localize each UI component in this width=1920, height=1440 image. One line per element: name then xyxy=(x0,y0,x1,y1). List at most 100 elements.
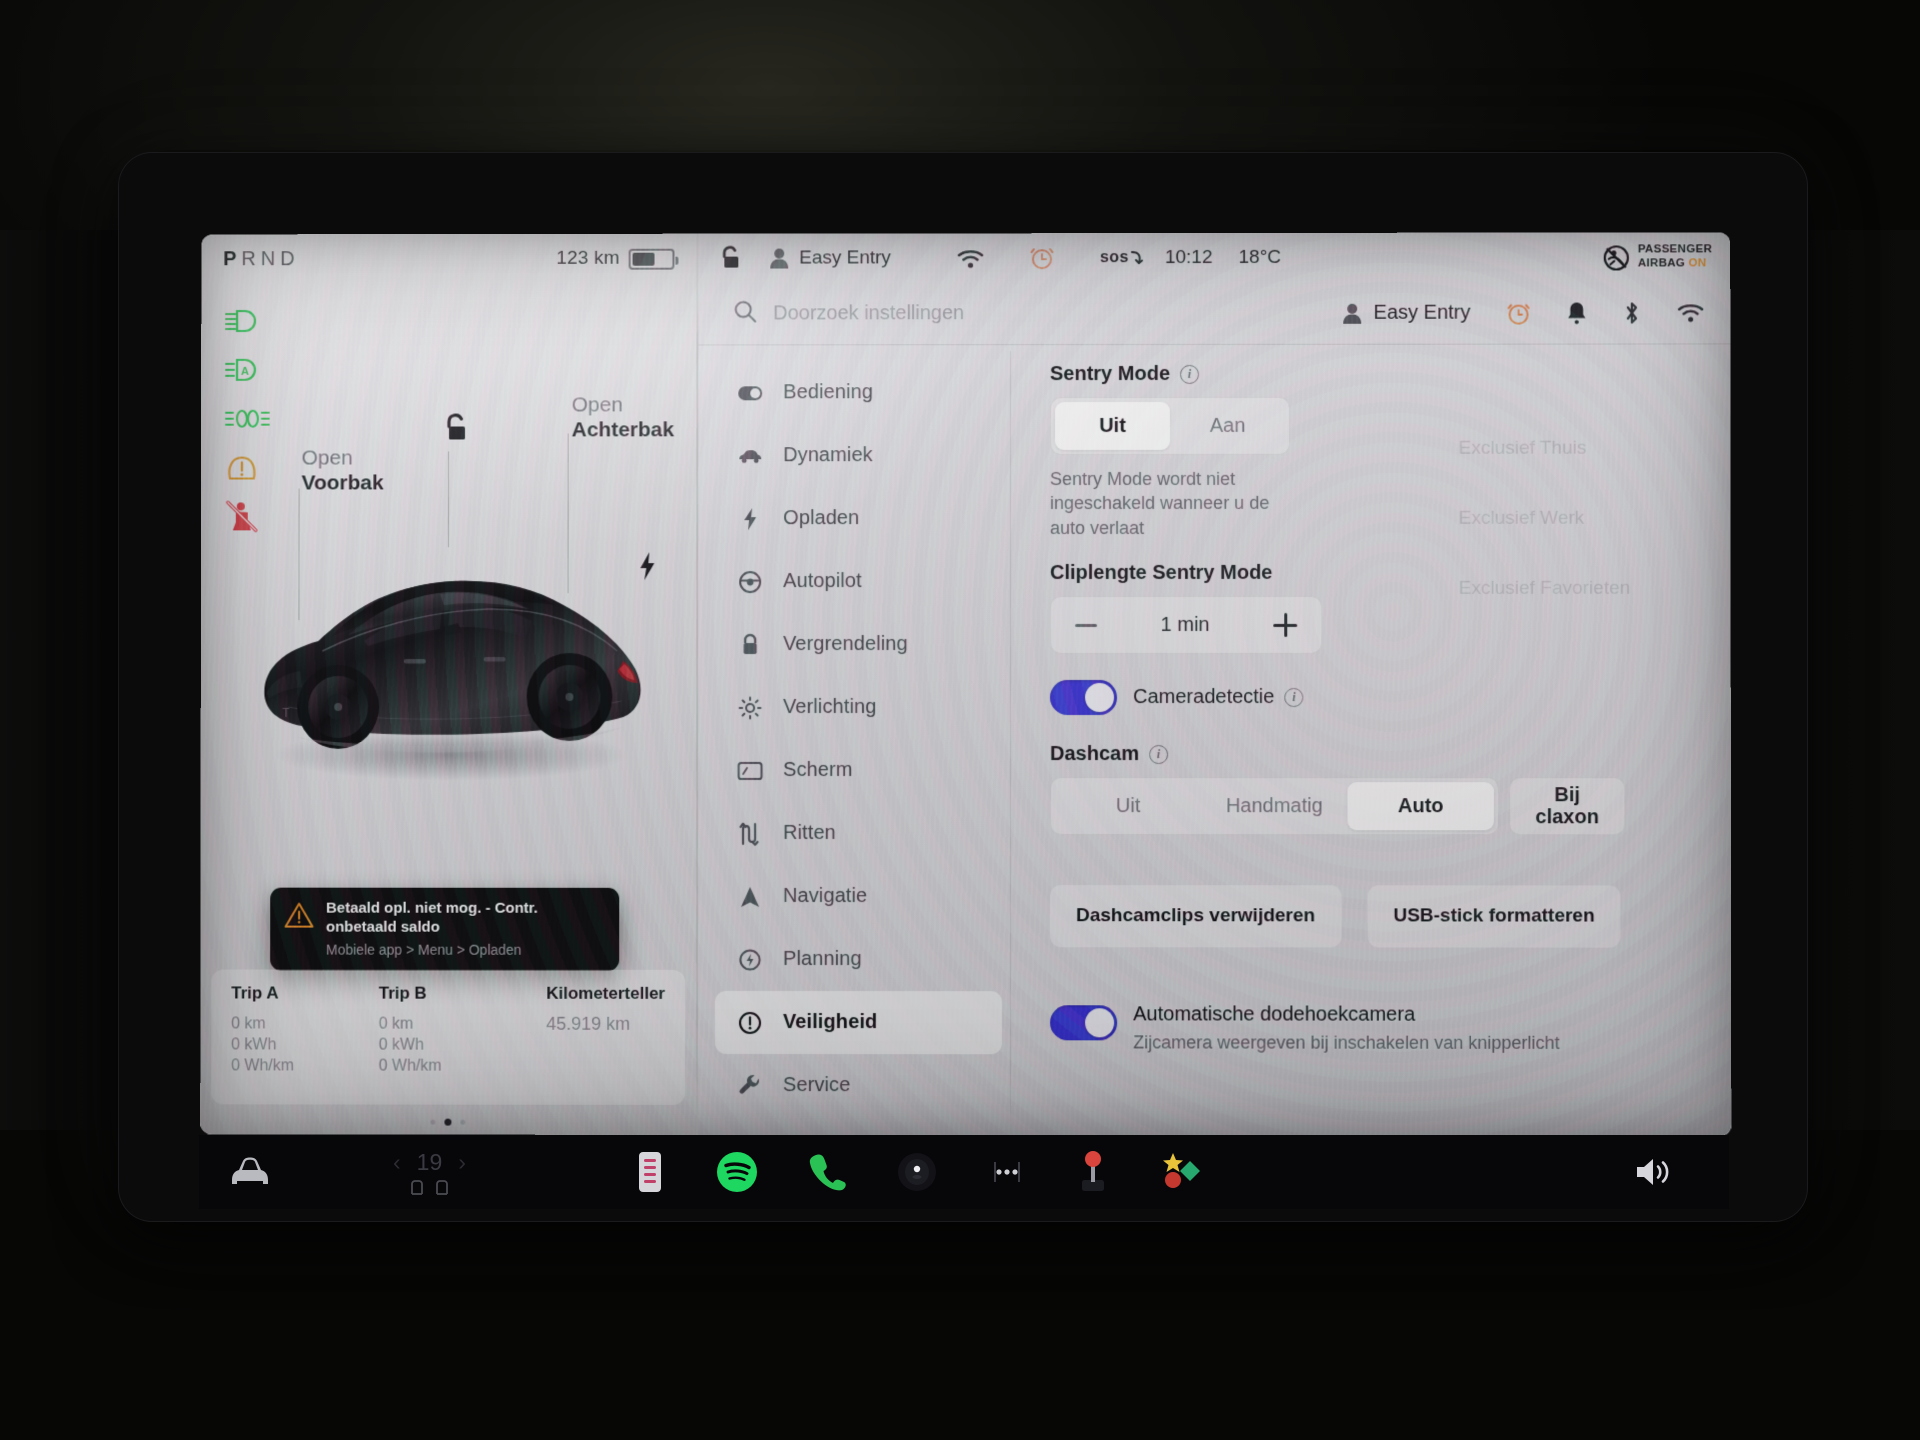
blindspot-camera-toggle[interactable] xyxy=(1050,1005,1118,1041)
clip-length-stepper[interactable]: 1 min xyxy=(1050,596,1323,655)
climate-app-icon[interactable] xyxy=(634,1150,666,1194)
page-dot-3[interactable] xyxy=(460,1119,466,1125)
lightning-bolt-icon xyxy=(737,507,763,531)
dashcam-honk-button[interactable]: Bij claxon xyxy=(1508,777,1626,836)
search-icon[interactable] xyxy=(733,299,758,328)
seat-heater-row[interactable] xyxy=(409,1178,450,1196)
sidebar-item-verlichting[interactable]: Verlichting xyxy=(715,676,1002,739)
sidebar-item-navigatie[interactable]: Navigatie xyxy=(715,865,1002,928)
info-icon[interactable]: i xyxy=(1284,688,1304,708)
search-input[interactable] xyxy=(773,302,1103,326)
sos-button[interactable]: sos xyxy=(1100,249,1143,267)
trip-a-efficiency: 0 Wh/km xyxy=(231,1057,295,1075)
sidebar-item-service[interactable]: Service xyxy=(715,1054,1002,1117)
sidebar-item-bediening[interactable]: Bediening xyxy=(715,361,1002,424)
joystick-icon[interactable] xyxy=(1076,1150,1110,1194)
camera-detection-label-wrap: Cameradetectie i xyxy=(1133,686,1304,709)
unlocked-padlock-icon[interactable] xyxy=(717,244,743,274)
person-icon xyxy=(771,248,790,269)
sidebar-label: Opladen xyxy=(783,507,860,530)
page-dot-2[interactable] xyxy=(444,1118,452,1126)
trip-a-column: Trip A 0 km 0 kWh 0 Wh/km xyxy=(231,983,379,1104)
sidebar-item-planning[interactable]: Planning xyxy=(715,928,1002,991)
sidebar-label: Planning xyxy=(783,947,862,971)
spotify-icon[interactable] xyxy=(716,1151,758,1193)
odometer-label: Kilometerteller xyxy=(546,983,666,1003)
open-front-trunk-line1: Open xyxy=(301,446,353,470)
speaker-volume-icon[interactable] xyxy=(1633,1154,1677,1190)
temp-increase-arrow[interactable]: › xyxy=(458,1149,466,1176)
dashcam-option-handmatig[interactable]: Handmatig xyxy=(1201,782,1347,830)
camera-detection-toggle[interactable] xyxy=(1050,680,1118,716)
page-indicator-dots[interactable] xyxy=(200,1118,696,1126)
wifi-icon[interactable] xyxy=(957,248,984,269)
phone-icon[interactable] xyxy=(808,1152,846,1192)
car-status-pane: PRND 123 km A Open Voorbak Open Achterba… xyxy=(200,233,697,1135)
open-rear-trunk-button[interactable]: Open Achterbak xyxy=(572,393,674,443)
sidebar-item-opladen[interactable]: Opladen xyxy=(715,487,1002,550)
dashcam-section: Dashcam i Uit Handmatig Auto Bij claxon xyxy=(1050,743,1712,836)
driver-profile-button[interactable]: Easy Entry xyxy=(769,247,891,269)
profile-name[interactable]: Easy Entry xyxy=(1374,302,1471,325)
info-icon[interactable]: i xyxy=(1149,745,1169,765)
clip-length-decrease-button[interactable] xyxy=(1075,623,1098,627)
sidebar-label: Verlichting xyxy=(783,695,877,718)
car-side-icon xyxy=(737,448,763,464)
auto-high-beam-icon: A xyxy=(225,345,281,394)
wifi-icon[interactable] xyxy=(1677,302,1704,323)
camera-app-icon[interactable] xyxy=(896,1151,938,1193)
range-indicator[interactable]: 123 km xyxy=(556,248,675,270)
sidebar-item-vergrendeling[interactable]: Vergrendeling xyxy=(715,613,1002,676)
car-front-icon[interactable] xyxy=(227,1154,273,1190)
format-usb-button[interactable]: USB-stick formatteren xyxy=(1367,885,1621,949)
sidebar-item-dynamiek[interactable]: Dynamiek xyxy=(715,424,1002,487)
gear-p: P xyxy=(223,247,242,270)
temp-decrease-arrow[interactable]: ‹ xyxy=(393,1149,401,1176)
climate-temperature-row[interactable]: ‹ 19 › xyxy=(393,1149,466,1176)
alarm-clock-icon[interactable] xyxy=(1507,300,1531,326)
clip-length-increase-button[interactable] xyxy=(1273,613,1297,637)
bluetooth-icon[interactable] xyxy=(1623,300,1641,326)
dashcam-action-buttons: Dashcamclips verwijderen USB-stick forma… xyxy=(1050,885,1712,949)
seat-heater-right-icon xyxy=(436,1179,448,1195)
dock-app-icons xyxy=(634,1150,1204,1194)
person-icon[interactable] xyxy=(1342,302,1362,324)
sentry-option-uit[interactable]: Uit xyxy=(1054,401,1171,451)
camera-detection-row[interactable]: Cameradetectie i xyxy=(1050,680,1712,716)
sidebar-item-veiligheid[interactable]: Veiligheid xyxy=(715,990,1003,1055)
dashcam-segmented-control[interactable]: Uit Handmatig Auto xyxy=(1050,777,1499,836)
toybox-icon[interactable] xyxy=(1160,1151,1204,1193)
trip-b-energy: 0 kWh xyxy=(378,1036,424,1054)
charging-alert-toast[interactable]: Betaald opl. niet mog. - Contr. onbetaal… xyxy=(270,887,620,971)
sentry-mode-title: Sentry Mode xyxy=(1049,362,1171,386)
sidebar-item-ritten[interactable]: Ritten xyxy=(715,802,1002,865)
dashcam-option-auto[interactable]: Auto xyxy=(1347,782,1494,831)
gear-indicator: PRND xyxy=(223,248,299,271)
climate-control-dock[interactable]: ‹ 19 › xyxy=(393,1149,466,1196)
sidebar-item-software[interactable]: Software xyxy=(715,1117,1002,1136)
more-dots-icon[interactable] xyxy=(988,1158,1026,1186)
climate-temperature-value[interactable]: 19 xyxy=(417,1149,443,1176)
settings-pane: Easy Entry sos 10:12 18°C PASSENGER AIRB… xyxy=(698,232,1732,1137)
sentry-option-aan[interactable]: Aan xyxy=(1170,402,1285,450)
vehicle-3d-render[interactable]: T xyxy=(227,501,671,791)
camera-detection-label: Cameradetectie xyxy=(1133,686,1275,709)
sidebar-item-scherm[interactable]: Scherm xyxy=(715,739,1002,802)
blindspot-description: Zijcamera weergeven bij inschakelen van … xyxy=(1133,1032,1560,1054)
battery-icon xyxy=(628,248,675,270)
tesla-touchscreen[interactable]: PRND 123 km A Open Voorbak Open Achterba… xyxy=(200,232,1732,1137)
delete-dashcam-clips-button[interactable]: Dashcamclips verwijderen xyxy=(1050,885,1342,948)
open-front-trunk-button[interactable]: Open Voorbak xyxy=(302,447,384,496)
sidebar-label: Ritten xyxy=(783,821,836,844)
unlocked-padlock-icon[interactable] xyxy=(441,412,471,451)
bell-icon[interactable] xyxy=(1567,301,1587,326)
alarm-clock-icon[interactable] xyxy=(1030,245,1054,271)
info-icon[interactable]: i xyxy=(1180,364,1200,384)
blindspot-camera-row[interactable]: Automatische dodehoekcamera Zijcamera we… xyxy=(1050,1004,1712,1055)
dashcam-option-uit[interactable]: Uit xyxy=(1055,782,1201,830)
page-dot-1[interactable] xyxy=(430,1119,436,1125)
clip-length-title: Cliplengte Sentry Mode xyxy=(1050,562,1273,585)
sentry-mode-segmented-control[interactable]: Uit Aan xyxy=(1049,396,1291,456)
trip-meter-card[interactable]: Trip A 0 km 0 kWh 0 Wh/km Trip B 0 km 0 … xyxy=(211,969,686,1105)
sidebar-item-autopilot[interactable]: Autopilot xyxy=(715,550,1002,613)
